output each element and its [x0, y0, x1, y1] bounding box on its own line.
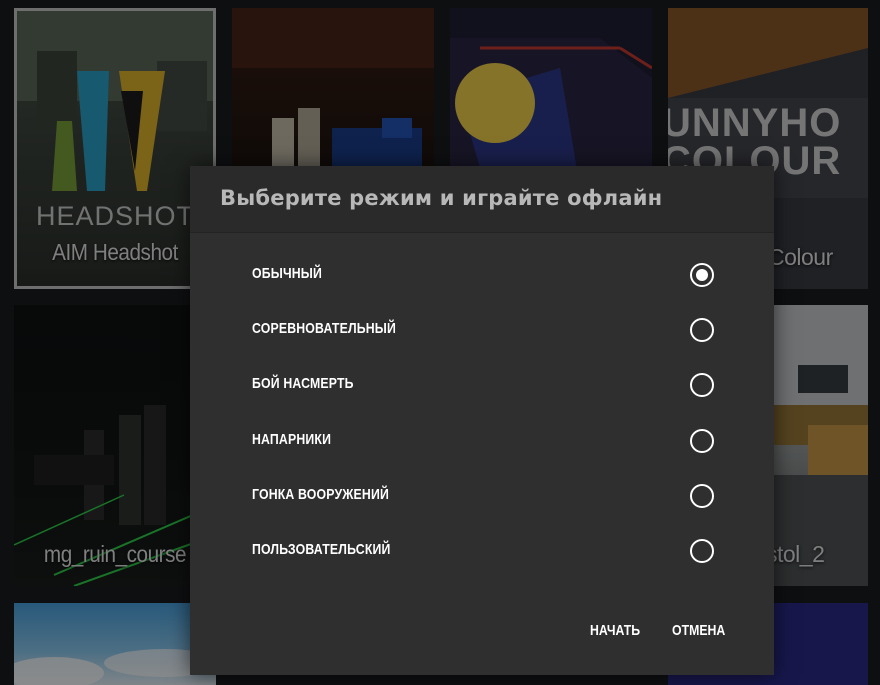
dialog-body: ОБЫЧНЫЙ СОРЕВНОВАТЕЛЬНЫЙ БОЙ НАСМЕРТЬ НАПАР… [190, 233, 774, 675]
start-button[interactable]: НАЧАТЬ [590, 622, 640, 639]
mode-option-label: СОРЕВНОВАТЕЛЬНЫЙ [252, 320, 397, 338]
radio-button[interactable] [690, 263, 714, 287]
dialog-header: Выберите режим и играйте офлайн [190, 166, 774, 233]
mode-option-label: ГОНКА ВООРУЖЕНИЙ [252, 485, 389, 503]
radio-button[interactable] [690, 318, 714, 343]
mode-option[interactable]: ПОЛЬЗОВАТЕЛЬСКИЙ [190, 531, 774, 571]
radio-button[interactable] [690, 483, 714, 508]
offline-mode-dialog: Выберите режим и играйте офлайн ОБЫЧНЫЙ С… [190, 166, 774, 675]
dialog-title: Выберите режим и играйте офлайн [220, 186, 663, 210]
mode-option-label: НАПАРНИКИ [252, 430, 332, 448]
mode-option[interactable]: ГОНКА ВООРУЖЕНИЙ [190, 476, 774, 516]
mode-option-label: ПОЛЬЗОВАТЕЛЬСКИЙ [252, 541, 391, 558]
radio-button[interactable] [690, 539, 714, 563]
mode-option[interactable]: НАПАРНИКИ [190, 421, 774, 461]
radio-button[interactable] [690, 373, 714, 398]
cancel-button[interactable]: ОТМЕНА [672, 622, 725, 639]
mode-option[interactable]: БОЙ НАСМЕРТЬ [190, 365, 774, 405]
radio-button[interactable] [690, 428, 714, 453]
mode-option[interactable]: СОРЕВНОВАТЕЛЬНЫЙ [190, 310, 774, 350]
radio-selected-dot [696, 269, 708, 281]
mode-option-label: БОЙ НАСМЕРТЬ [252, 375, 354, 393]
mode-option[interactable]: ОБЫЧНЫЙ [190, 255, 774, 295]
mode-option-label: ОБЫЧНЫЙ [252, 265, 323, 282]
